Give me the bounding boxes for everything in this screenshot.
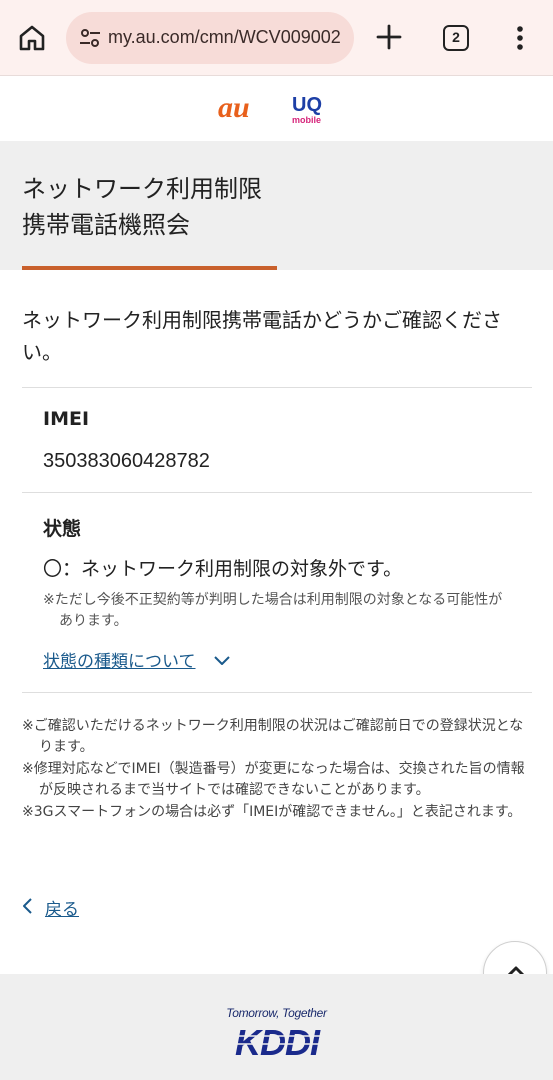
page-title: ネットワーク利用制限 携帯電話機照会 xyxy=(22,171,262,243)
page-header: ネットワーク利用制限 携帯電話機照会 xyxy=(0,141,553,270)
note-item: ※修理対応などでIMEI（製造番号）が変更になった場合は、交換された旨の情報が反… xyxy=(22,761,525,798)
divider xyxy=(22,692,532,693)
page-title-line2: 携帯電話機照会 xyxy=(22,211,190,239)
intro-text: ネットワーク利用制限携帯電話かどうかご確認ください。 xyxy=(22,308,502,364)
svg-text:mobile: mobile xyxy=(292,115,321,125)
uq-mobile-logo[interactable]: UQ mobile xyxy=(288,89,332,129)
notes-list: ※ご確認いただけるネットワーク利用制限の状況はご確認前日での登録状況となります。… xyxy=(22,716,532,824)
svg-text:au: au xyxy=(218,91,250,124)
site-settings-icon[interactable] xyxy=(78,26,102,50)
browser-toolbar: my.au.com/cmn/WCV009002 2 xyxy=(0,0,553,76)
chevron-down-icon[interactable] xyxy=(212,650,232,670)
status-note: ※ただし今後不正契約等が判明した場合は利用制限の対象となる可能性があります。 xyxy=(43,592,503,629)
status-value: 〇：ネットワーク利用制限の対象外です。 xyxy=(43,558,403,580)
more-menu-icon[interactable] xyxy=(508,22,532,54)
imei-value: 350383060428782 xyxy=(43,450,210,472)
tab-switcher-button[interactable]: 2 xyxy=(443,25,469,51)
divider xyxy=(22,492,532,493)
new-tab-icon[interactable] xyxy=(372,20,406,54)
chevron-left-icon[interactable] xyxy=(20,896,36,916)
status-label: 状態 xyxy=(43,518,82,540)
title-accent-bar xyxy=(22,266,277,270)
au-logo[interactable]: au xyxy=(216,91,272,125)
note-item: ※ご確認いただけるネットワーク利用制限の状況はご確認前日での登録状況となります。 xyxy=(22,718,524,755)
kddi-logo[interactable]: KDDI xyxy=(218,1022,336,1062)
footer: Tomorrow, Together KDDI xyxy=(0,974,553,1080)
home-icon[interactable] xyxy=(16,22,48,54)
status-types-link[interactable]: 状態の種類について xyxy=(43,647,196,672)
imei-label: IMEI xyxy=(43,408,90,430)
svg-text:KDDI: KDDI xyxy=(235,1022,321,1062)
divider xyxy=(22,387,532,388)
page-title-line1: ネットワーク利用制限 xyxy=(22,175,262,203)
brand-header: au UQ mobile xyxy=(0,77,553,141)
note-item: ※3Gスマートフォンの場合は必ず「IMEIが確認できません。」と表記されます。 xyxy=(22,804,522,820)
svg-text:UQ: UQ xyxy=(292,94,322,116)
back-link[interactable]: 戻る xyxy=(45,895,79,920)
address-bar[interactable]: my.au.com/cmn/WCV009002 xyxy=(66,12,354,64)
footer-tagline: Tomorrow, Together xyxy=(226,1006,327,1020)
url-text[interactable]: my.au.com/cmn/WCV009002 xyxy=(108,27,348,48)
